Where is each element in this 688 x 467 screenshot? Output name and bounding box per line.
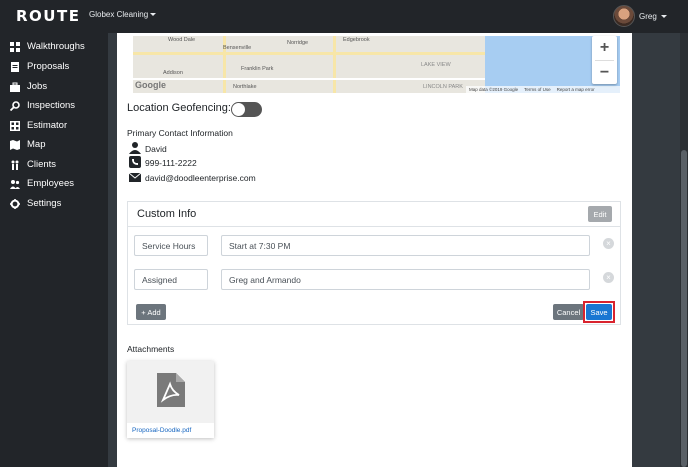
sidebar-item-settings[interactable]: Settings bbox=[10, 198, 61, 209]
map-icon bbox=[10, 139, 20, 150]
sidebar-item-walkthroughs[interactable]: Walkthroughs bbox=[10, 41, 85, 52]
contact-name: David bbox=[145, 144, 167, 154]
map-label: Bensenville bbox=[223, 45, 252, 51]
custom-info-value-input[interactable]: Start at 7:30 PM bbox=[221, 235, 590, 256]
sidebar-item-label: Map bbox=[27, 139, 46, 150]
custom-info-value-input[interactable]: Greg and Armando bbox=[221, 269, 590, 290]
map-road bbox=[133, 52, 485, 55]
user-name: Greg bbox=[639, 11, 657, 21]
map-label: Wood Dale bbox=[168, 37, 196, 43]
attachment-file-name[interactable]: Proposal-Doodle.pdf bbox=[132, 427, 191, 434]
sidebar-item-proposals[interactable]: Proposals bbox=[10, 61, 69, 72]
map-label: Addison bbox=[163, 70, 183, 76]
cancel-button[interactable]: Cancel bbox=[553, 304, 584, 320]
avatar bbox=[613, 5, 635, 27]
geofencing-toggle[interactable] bbox=[231, 102, 262, 117]
map-attribution: Map data ©2019 Google Terms of Use Repor… bbox=[466, 86, 620, 93]
sidebar-item-label: Estimator bbox=[27, 120, 68, 131]
map-label: Edgebrook bbox=[343, 37, 370, 43]
briefcase-icon bbox=[10, 82, 20, 92]
company-name: Globex Cleaning bbox=[89, 10, 149, 19]
chevron-down-icon bbox=[150, 13, 157, 16]
map-zoom-control: + − bbox=[592, 36, 617, 84]
users-icon bbox=[10, 179, 20, 189]
custom-info-card: Custom Info bbox=[127, 201, 621, 325]
clients-icon bbox=[10, 160, 20, 170]
sidebar-item-label: Jobs bbox=[27, 81, 48, 92]
sidebar-item-label: Walkthroughs bbox=[27, 41, 85, 52]
attachment-thumbnail bbox=[127, 361, 214, 423]
custom-info-title: Custom Info bbox=[137, 208, 197, 220]
person-icon bbox=[129, 142, 141, 156]
map-road bbox=[133, 78, 485, 80]
app-logo[interactable]: ROUTE bbox=[16, 7, 80, 25]
custom-info-key-input[interactable]: Assigned bbox=[134, 269, 208, 290]
geofencing-label: Location Geofencing: bbox=[127, 102, 231, 114]
contact-email-row: david@doodleenterprise.com bbox=[128, 171, 256, 185]
sidebar-item-clients[interactable]: Clients bbox=[10, 159, 56, 170]
add-row-button[interactable]: + Add bbox=[136, 304, 166, 320]
custom-info-key-input[interactable]: Service Hours bbox=[134, 235, 208, 256]
sidebar-item-label: Inspections bbox=[27, 100, 76, 111]
calculator-icon bbox=[10, 120, 20, 131]
top-bar: ROUTE Globex Cleaning Greg bbox=[0, 0, 688, 33]
map-data-text: Map data ©2019 Google bbox=[469, 87, 519, 92]
map-label: LINCOLN PARK bbox=[423, 84, 463, 90]
custom-info-header: Custom Info bbox=[128, 202, 620, 227]
map-label: Norridge bbox=[287, 40, 309, 46]
zoom-out-button[interactable]: − bbox=[592, 61, 617, 85]
sidebar-item-label: Employees bbox=[27, 178, 74, 189]
map-report-link[interactable]: Report a map error bbox=[557, 87, 595, 92]
map-label: Northlake bbox=[233, 84, 257, 90]
company-dropdown[interactable]: Globex Cleaning bbox=[89, 10, 157, 19]
envelope-icon bbox=[128, 171, 142, 185]
sidebar-item-jobs[interactable]: Jobs bbox=[10, 81, 47, 92]
toggle-knob bbox=[232, 103, 245, 116]
location-map[interactable]: Wood Dale Bensenville Norridge Edgebrook… bbox=[133, 36, 620, 93]
contact-phone-row: 999-111-2222 bbox=[129, 156, 197, 170]
remove-row-icon[interactable]: × bbox=[603, 238, 614, 249]
remove-row-icon[interactable]: × bbox=[603, 272, 614, 283]
sidebar: Walkthroughs Proposals Jobs Inspections … bbox=[0, 33, 108, 467]
contact-phone: 999-111-2222 bbox=[145, 158, 197, 168]
dashboard-icon bbox=[10, 41, 20, 52]
sidebar-item-estimator[interactable]: Estimator bbox=[10, 120, 67, 131]
contact-email[interactable]: david@doodleenterprise.com bbox=[145, 173, 256, 183]
google-logo: Google bbox=[135, 80, 166, 90]
contact-title: Primary Contact Information bbox=[127, 128, 233, 138]
attachments-title: Attachments bbox=[127, 344, 175, 354]
save-button[interactable]: Save bbox=[586, 304, 612, 320]
sidebar-item-label: Settings bbox=[27, 198, 62, 209]
sidebar-item-map[interactable]: Map bbox=[10, 139, 45, 150]
gear-icon bbox=[10, 198, 20, 209]
sidebar-item-label: Clients bbox=[27, 159, 57, 170]
sidebar-item-inspections[interactable]: Inspections bbox=[10, 100, 75, 111]
user-menu[interactable]: Greg bbox=[613, 5, 667, 27]
pdf-icon bbox=[156, 372, 185, 412]
edit-button[interactable]: Edit bbox=[588, 206, 612, 222]
chevron-down-icon bbox=[660, 14, 667, 18]
sidebar-item-label: Proposals bbox=[27, 61, 70, 72]
scrollbar-thumb[interactable] bbox=[681, 150, 687, 467]
sidebar-item-employees[interactable]: Employees bbox=[10, 178, 74, 189]
map-label: LAKE VIEW bbox=[421, 62, 451, 68]
map-road bbox=[333, 36, 336, 93]
contact-name-row: David bbox=[129, 142, 167, 156]
magnifier-icon bbox=[10, 100, 20, 111]
phone-icon bbox=[129, 156, 141, 170]
map-terms-link[interactable]: Terms of Use bbox=[524, 87, 551, 92]
map-label: Franklin Park bbox=[241, 66, 274, 72]
zoom-in-button[interactable]: + bbox=[592, 36, 617, 60]
document-icon bbox=[10, 61, 20, 72]
